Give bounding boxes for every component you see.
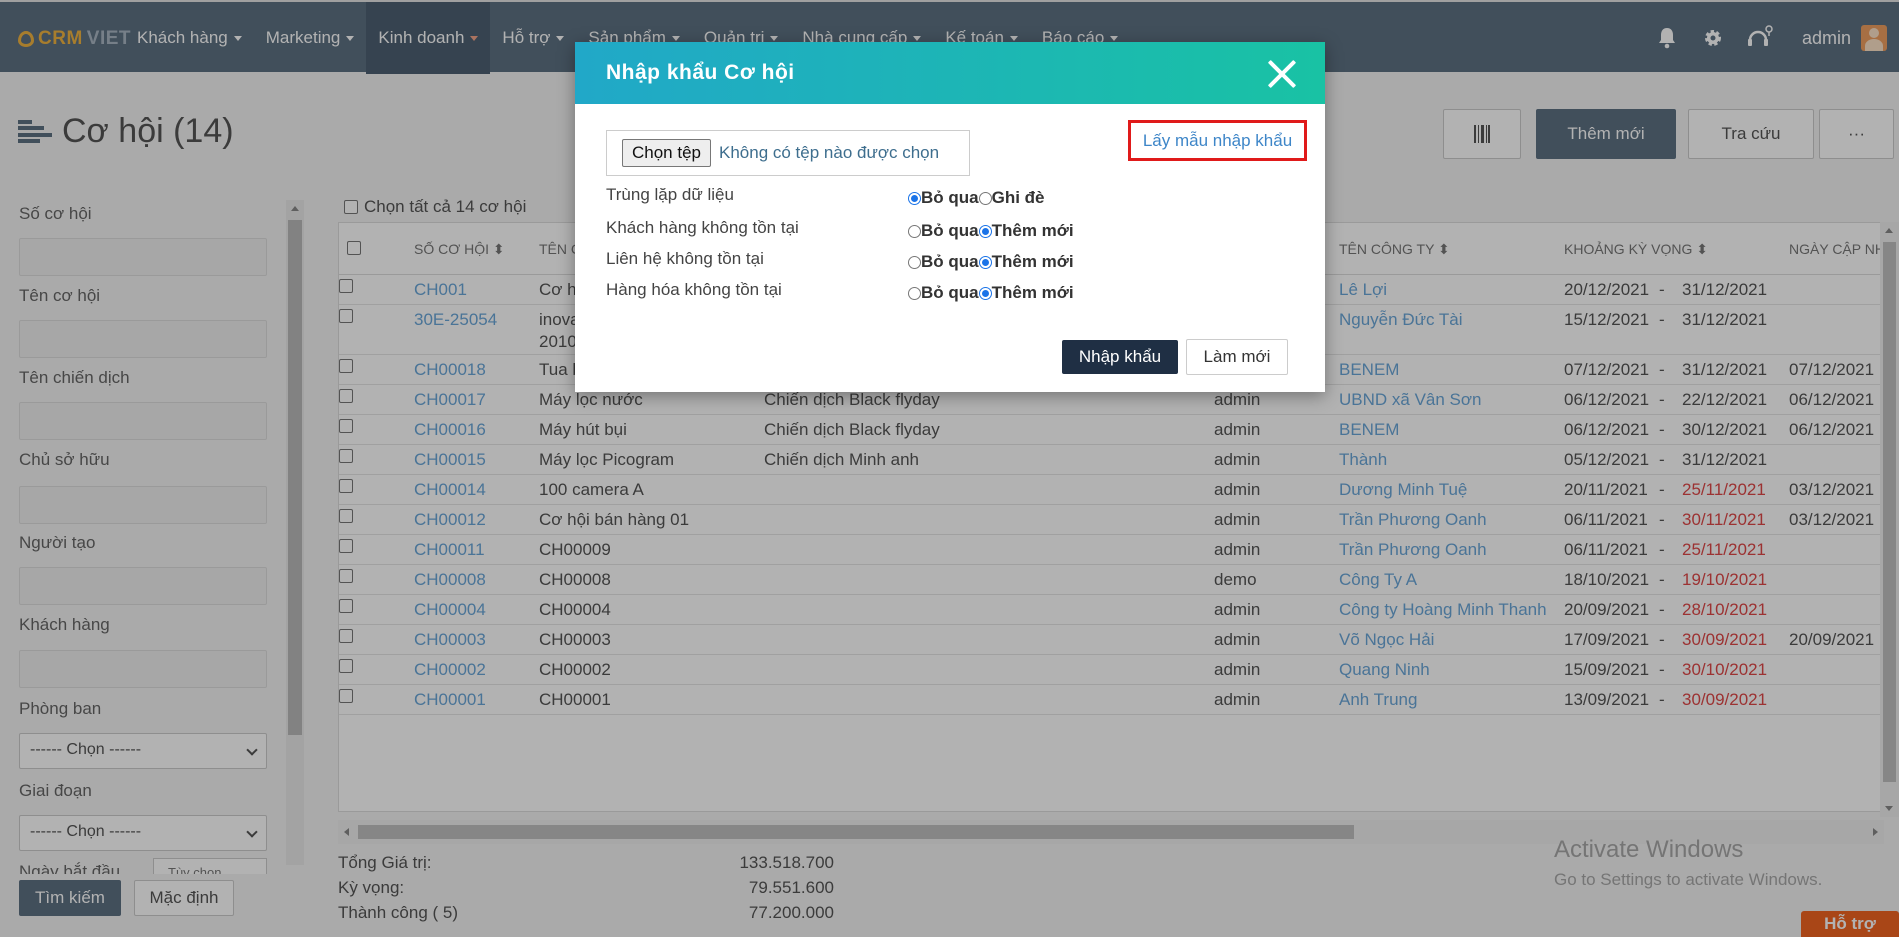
modal-header: Nhập khẩu Cơ hội: [575, 42, 1325, 104]
radio-label[interactable]: Bỏ qua: [921, 221, 979, 241]
radio-label[interactable]: Bỏ qua: [921, 188, 979, 208]
radio-button[interactable]: [978, 224, 992, 238]
radio-label[interactable]: Bỏ qua: [921, 252, 979, 272]
radio-label[interactable]: Thêm mới: [992, 283, 1074, 303]
option-radio-group: Bỏ qua Ghi đè: [908, 188, 1045, 208]
reset-button[interactable]: Làm mới: [1186, 339, 1288, 375]
option-label: Hàng hóa không tồn tại: [606, 280, 782, 299]
option-radio-group: Bỏ qua Thêm mới: [908, 283, 1074, 303]
import-button[interactable]: Nhập khẩu: [1062, 340, 1178, 374]
radio-label[interactable]: Bỏ qua: [921, 283, 979, 303]
option-label: Khách hàng không tồn tại: [606, 218, 799, 237]
radio-label[interactable]: Thêm mới: [992, 252, 1074, 272]
radio-button[interactable]: [978, 286, 992, 300]
radio-button[interactable]: [908, 191, 921, 205]
option-label: Liên hệ không tồn tại: [606, 249, 764, 268]
choose-file-button[interactable]: Chọn tệp: [622, 139, 711, 167]
modal-title: Nhập khẩu Cơ hội: [606, 61, 795, 84]
option-radio-group: Bỏ qua Thêm mới: [908, 252, 1074, 272]
option-label: Trùng lặp dữ liệu: [606, 185, 734, 204]
close-icon[interactable]: [1267, 59, 1297, 89]
radio-button[interactable]: [978, 191, 992, 205]
radio-button[interactable]: [908, 255, 921, 269]
radio-label[interactable]: Ghi đè: [992, 188, 1045, 208]
radio-label[interactable]: Thêm mới: [992, 221, 1074, 241]
import-modal: Nhập khẩu Cơ hội Chọn tệp Không có tệp n…: [575, 42, 1325, 392]
file-status: Không có tệp nào được chọn: [719, 143, 940, 162]
radio-button[interactable]: [978, 255, 992, 269]
download-sample-link[interactable]: Lấy mẫu nhập khẩu: [1128, 120, 1307, 161]
option-radio-group: Bỏ qua Thêm mới: [908, 221, 1074, 241]
radio-button[interactable]: [908, 224, 921, 238]
file-input[interactable]: Chọn tệp Không có tệp nào được chọn: [606, 130, 970, 176]
radio-button[interactable]: [908, 286, 921, 300]
